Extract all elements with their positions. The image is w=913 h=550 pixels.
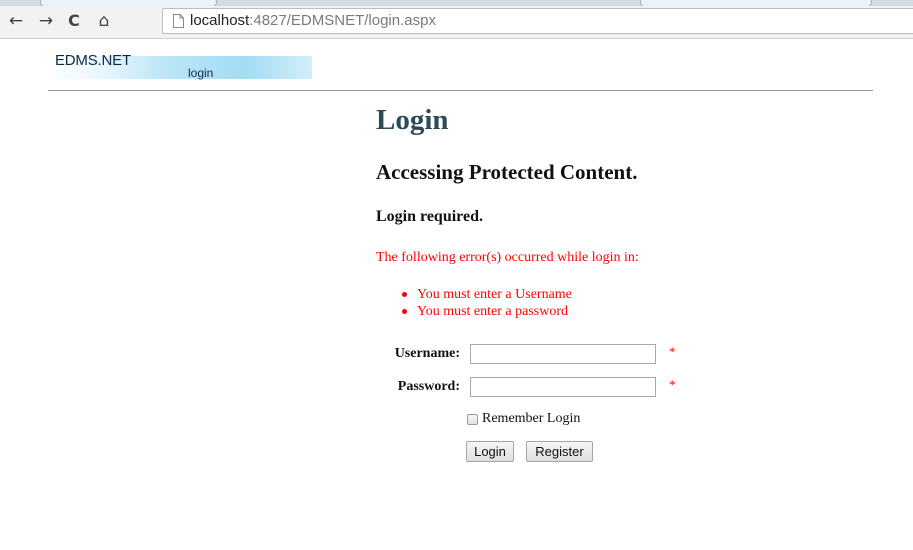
forward-icon[interactable]: → [35, 10, 57, 32]
login-required-heading: Login required. [376, 208, 483, 225]
page-icon [173, 14, 184, 28]
site-title[interactable]: EDMS.NET [55, 52, 131, 69]
error-list: You must enter a Username You must enter… [376, 286, 572, 320]
browser-toolbar: ← → C ⌂ localhost:4827/EDMSNET/login.asp… [0, 6, 913, 39]
back-icon[interactable]: ← [5, 10, 27, 32]
address-bar[interactable]: localhost:4827/EDMSNET/login.aspx [162, 8, 913, 34]
page-subtitle: login [188, 66, 214, 80]
home-icon[interactable]: ⌂ [93, 10, 115, 32]
login-button[interactable]: Login [466, 441, 514, 462]
error-item: You must enter a Username [402, 287, 572, 302]
password-label: Password: [397, 379, 460, 394]
password-input[interactable] [470, 377, 656, 397]
username-required-marker: * [669, 344, 676, 359]
reload-icon[interactable]: C [63, 10, 85, 32]
username-label: Username: [394, 346, 460, 361]
error-item: You must enter a password [402, 303, 572, 320]
remember-login-label[interactable]: Remember Login [482, 411, 580, 427]
section-title: Accessing Protected Content. [376, 160, 638, 184]
header-divider [48, 90, 873, 91]
url-text[interactable]: localhost:4827/EDMSNET/login.aspx [190, 12, 436, 29]
password-required-marker: * [669, 377, 676, 392]
error-summary-header: The following error(s) occurred while lo… [376, 250, 639, 265]
register-button[interactable]: Register [526, 441, 593, 462]
url-path: :4827/EDMSNET/login.aspx [249, 12, 436, 29]
page-title: Login [376, 104, 449, 136]
username-input[interactable] [470, 344, 656, 364]
remember-login-checkbox[interactable] [467, 414, 478, 425]
url-host: localhost [190, 12, 250, 29]
